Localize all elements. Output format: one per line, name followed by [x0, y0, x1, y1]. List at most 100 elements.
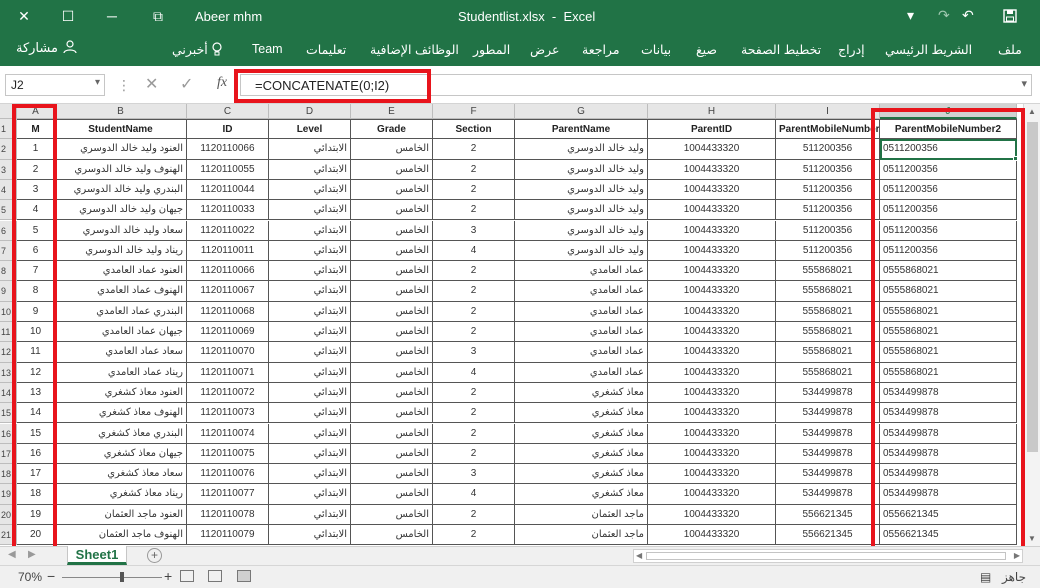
row-header-19[interactable]: 19 [0, 484, 17, 505]
undo-icon[interactable]: ↶ [962, 7, 974, 24]
insert-function-icon[interactable]: fx [217, 75, 227, 91]
cell-m[interactable]: 9 [17, 301, 55, 322]
cell-m[interactable]: 20 [17, 525, 55, 546]
cell-grade[interactable]: الخامس [351, 220, 433, 241]
cell-section[interactable]: 2 [433, 504, 515, 525]
cell-parent-name[interactable]: معاذ كشغري [515, 382, 648, 404]
scroll-left-icon[interactable]: ◀ [636, 551, 642, 560]
cell-parent-mobile[interactable]: 555868021 [776, 342, 880, 363]
cell-parent-mobile[interactable]: 555868021 [776, 261, 880, 282]
column-header-j[interactable]: J [880, 104, 1017, 119]
cell-parent-mobile-2[interactable]: 0555868021 [880, 281, 1017, 302]
formula-input[interactable]: =CONCATENATE(0;I2) ▾ [240, 74, 1032, 96]
row-header-9[interactable]: 9 [0, 281, 17, 302]
cell-level[interactable]: الابتدائي [269, 220, 351, 241]
cell-parent-name[interactable]: وليد خالد الدوسري [515, 179, 648, 201]
cell-parent-mobile[interactable]: 534499878 [776, 443, 880, 465]
cell-m[interactable]: 18 [17, 484, 55, 505]
add-sheet-icon[interactable]: + [147, 548, 162, 563]
cell-section[interactable]: 4 [433, 362, 515, 383]
row-header-4[interactable]: 4 [0, 179, 17, 201]
cell-level[interactable]: الابتدائي [269, 240, 351, 262]
cell-student-name[interactable]: الهنوف عماد العامدي [55, 281, 187, 302]
restore-icon[interactable]: ☐ [58, 6, 78, 26]
cell-m[interactable]: 1 [17, 139, 55, 160]
cell-student-name[interactable]: الهنوف ماجد العثمان [55, 525, 187, 546]
column-header-i[interactable]: I [776, 104, 880, 119]
cell-parent-name[interactable]: عماد العامدي [515, 322, 648, 343]
cell-parent-mobile[interactable]: 511200356 [776, 200, 880, 221]
header-cell-m[interactable]: M [17, 119, 55, 140]
cell-grade[interactable]: الخامس [351, 525, 433, 546]
cell-level[interactable]: الابتدائي [269, 159, 351, 180]
header-cell-section[interactable]: Section [433, 119, 515, 140]
cell-parent-mobile[interactable]: 555868021 [776, 281, 880, 302]
cell-parent-id[interactable]: 1004433320 [648, 362, 776, 383]
cell-parent-mobile[interactable]: 556621345 [776, 504, 880, 525]
cell-m[interactable]: 8 [17, 281, 55, 302]
cell-parent-name[interactable]: عماد العامدي [515, 342, 648, 363]
cell-section[interactable]: 3 [433, 342, 515, 363]
row-header-14[interactable]: 14 [0, 382, 17, 404]
cell-level[interactable]: الابتدائي [269, 342, 351, 363]
cell-grade[interactable]: الخامس [351, 200, 433, 221]
row-header-7[interactable]: 7 [0, 240, 17, 262]
cell-parent-id[interactable]: 1004433320 [648, 220, 776, 241]
cell-parent-name[interactable]: وليد خالد الدوسري [515, 220, 648, 241]
cell-parent-id[interactable]: 1004433320 [648, 464, 776, 485]
tab-help[interactable]: تعليمات [306, 42, 346, 57]
column-header-h[interactable]: H [648, 104, 776, 119]
cell-parent-name[interactable]: ماجد العثمان [515, 504, 648, 525]
cell-id[interactable]: 1120110011 [187, 240, 269, 262]
minimize-icon[interactable]: ─ [102, 6, 122, 26]
cell-parent-mobile-2[interactable]: 0511200356 [880, 179, 1017, 201]
share-button[interactable]: مشاركة [16, 40, 78, 56]
cell-grade[interactable]: الخامس [351, 423, 433, 444]
tab-add-ins[interactable]: الوظائف الإضافية [370, 42, 459, 57]
cell-parent-mobile-2[interactable]: 0511200356 [880, 139, 1017, 160]
tab-formulas[interactable]: صيغ [696, 42, 717, 57]
cell-parent-id[interactable]: 1004433320 [648, 240, 776, 262]
save-icon[interactable] [1003, 9, 1017, 23]
cell-student-name[interactable]: البندري وليد خالد الدوسري [55, 179, 187, 201]
cell-id[interactable]: 1120110066 [187, 139, 269, 160]
cell-level[interactable]: الابتدائي [269, 423, 351, 444]
cell-grade[interactable]: الخامس [351, 159, 433, 180]
cell-parent-mobile-2[interactable]: 0534499878 [880, 443, 1017, 465]
horizontal-scrollbar[interactable]: ◀ ▶ [633, 549, 1023, 563]
cell-section[interactable]: 2 [433, 301, 515, 322]
cell-m[interactable]: 19 [17, 504, 55, 525]
cell-id[interactable]: 1120110075 [187, 443, 269, 465]
scroll-up-icon[interactable]: ▲ [1028, 107, 1036, 116]
cell-parent-name[interactable]: معاذ كشغري [515, 423, 648, 444]
cell-parent-name[interactable]: معاذ كشغري [515, 484, 648, 505]
cell-level[interactable]: الابتدائي [269, 301, 351, 322]
row-header-16[interactable]: 16 [0, 423, 17, 444]
cell-section[interactable]: 3 [433, 464, 515, 485]
cell-section[interactable]: 4 [433, 240, 515, 262]
row-header-18[interactable]: 18 [0, 464, 17, 485]
cell-parent-name[interactable]: معاذ كشغري [515, 443, 648, 465]
cell-grade[interactable]: الخامس [351, 179, 433, 201]
cell-parent-mobile[interactable]: 555868021 [776, 301, 880, 322]
cell-id[interactable]: 1120110069 [187, 322, 269, 343]
tab-file[interactable]: ملف [998, 42, 1022, 57]
zoom-out-icon[interactable]: − [47, 568, 55, 584]
column-header-f[interactable]: F [433, 104, 515, 119]
cell-parent-mobile[interactable]: 511200356 [776, 179, 880, 201]
cell-grade[interactable]: الخامس [351, 382, 433, 404]
ribbon-display-options-icon[interactable]: ⧉ [148, 6, 168, 26]
cell-section[interactable]: 2 [433, 139, 515, 160]
cell-m[interactable]: 6 [17, 240, 55, 262]
cell-parent-name[interactable]: عماد العامدي [515, 281, 648, 302]
header-cell-grade[interactable]: Grade [351, 119, 433, 140]
cell-id[interactable]: 1120110077 [187, 484, 269, 505]
cell-grade[interactable]: الخامس [351, 443, 433, 465]
cell-parent-id[interactable]: 1004433320 [648, 322, 776, 343]
cell-level[interactable]: الابتدائي [269, 200, 351, 221]
cell-parent-mobile[interactable]: 534499878 [776, 403, 880, 424]
cell-parent-mobile[interactable]: 534499878 [776, 423, 880, 444]
cell-parent-name[interactable]: وليد خالد الدوسري [515, 240, 648, 262]
cell-level[interactable]: الابتدائي [269, 403, 351, 424]
column-header-d[interactable]: D [269, 104, 351, 119]
